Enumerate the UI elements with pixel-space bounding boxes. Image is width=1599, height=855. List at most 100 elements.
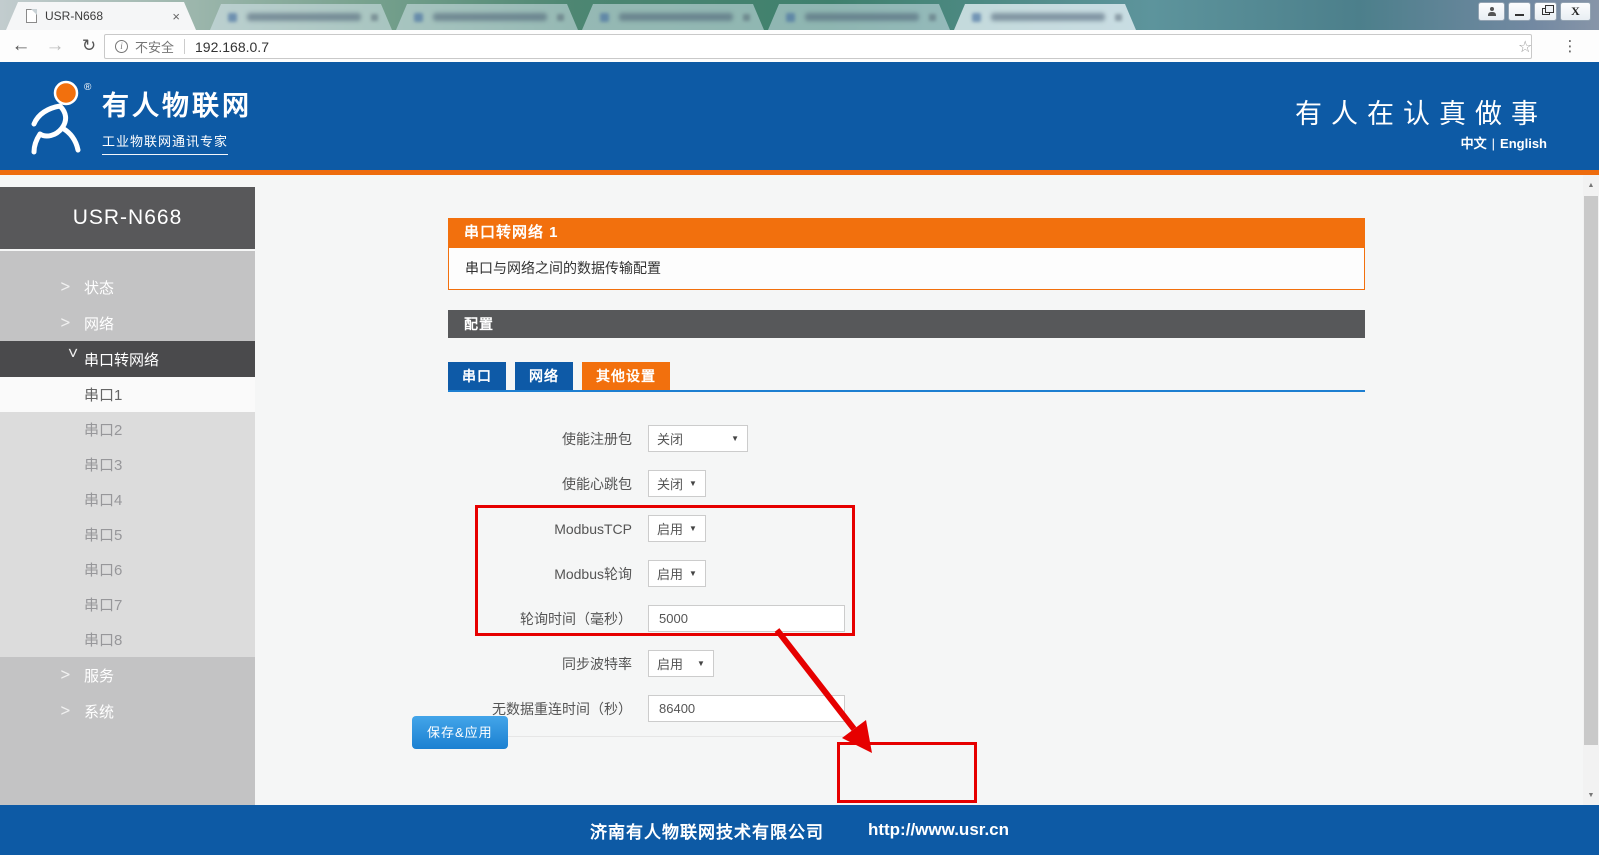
config-section-header: 配置: [448, 310, 1365, 338]
sidebar-item-serial3[interactable]: 串口3: [0, 447, 255, 482]
inactive-tab[interactable]: [582, 4, 764, 30]
tab-network[interactable]: 网络: [515, 362, 573, 390]
chevron-right-icon: >: [60, 278, 84, 296]
sidebar-item-serial2[interactable]: 串口2: [0, 412, 255, 447]
tab-favicon-icon: [786, 13, 795, 22]
active-tab[interactable]: USR-N668 ×: [6, 2, 196, 30]
tab-serial[interactable]: 串口: [448, 362, 506, 390]
chevron-down-icon: ▼: [689, 569, 697, 578]
form-row: 使能心跳包 关闭 ▼: [448, 470, 850, 497]
field-label: 同步波特率: [448, 654, 632, 674]
scrollbar[interactable]: ▲ ▼: [1583, 175, 1599, 805]
browser-menu-icon[interactable]: ⋮: [1555, 30, 1585, 62]
chevron-right-icon: >: [60, 666, 84, 684]
heartbeat-select[interactable]: 关闭 ▼: [648, 470, 706, 497]
tab-close-icon[interactable]: [371, 14, 378, 21]
sidebar-item-serial7[interactable]: 串口7: [0, 587, 255, 622]
form-row: ModbusTCP 启用 ▼: [448, 515, 850, 542]
forward-button[interactable]: →: [42, 30, 68, 62]
reconnect-time-input[interactable]: [648, 695, 845, 722]
usr-logo-icon: ®: [26, 78, 96, 156]
form-row: Modbus轮询 启用 ▼: [448, 560, 850, 587]
chevron-down-icon: ▼: [689, 479, 697, 488]
inactive-tab[interactable]: [396, 4, 578, 30]
sidebar-item-label: 网络: [84, 313, 114, 334]
field-label: 使能心跳包: [448, 474, 632, 494]
inactive-tab[interactable]: [954, 4, 1136, 30]
chevron-down-icon: ▼: [689, 524, 697, 533]
lang-english[interactable]: English: [1500, 136, 1547, 151]
sidebar-item-label: 串口转网络: [84, 349, 159, 370]
field-label: ModbusTCP: [448, 521, 632, 537]
sidebar-item-status[interactable]: > 状态: [0, 269, 255, 305]
lang-chinese[interactable]: 中文: [1461, 136, 1487, 151]
poll-interval-input[interactable]: [648, 605, 845, 632]
footer-website-link[interactable]: http://www.usr.cn: [868, 820, 1009, 840]
sidebar-item-serial5[interactable]: 串口5: [0, 517, 255, 552]
window-controls: X: [1478, 2, 1591, 21]
bookmark-star-icon[interactable]: ☆: [1518, 34, 1532, 59]
tab-close-icon[interactable]: [557, 14, 564, 21]
browser-window: USR-N668 × X ← → ↻ i 不安全 192.168.0.7 ☆ ⋮: [0, 0, 1599, 855]
config-tabs: 串口 网络 其他设置: [448, 362, 670, 390]
refresh-button[interactable]: ↻: [76, 30, 102, 62]
profile-button[interactable]: [1478, 2, 1505, 21]
form-row: 无数据重连时间（秒）: [448, 695, 850, 722]
sidebar-item-label: 服务: [84, 665, 114, 686]
settings-form: 使能注册包 关闭 ▼ 使能心跳包 关闭 ▼ ModbusTCP 启用 ▼: [448, 392, 850, 737]
language-switch: 中文|English: [1461, 133, 1547, 152]
url-text[interactable]: 192.168.0.7: [195, 39, 269, 55]
tab-title: USR-N668: [45, 9, 164, 23]
sidebar-item-network[interactable]: > 网络: [0, 305, 255, 341]
close-window-button[interactable]: X: [1560, 2, 1591, 21]
enable-register-select[interactable]: 关闭 ▼: [648, 425, 748, 452]
sidebar-item-uart2net[interactable]: > 串口转网络: [0, 341, 255, 377]
sync-baudrate-select[interactable]: 启用 ▼: [648, 650, 714, 677]
tab-close-icon[interactable]: [1115, 14, 1122, 21]
sidebar-item-serial6[interactable]: 串口6: [0, 552, 255, 587]
back-button[interactable]: ←: [8, 30, 34, 62]
scrollbar-thumb[interactable]: [1584, 196, 1598, 745]
form-row: 使能注册包 关闭 ▼: [448, 425, 850, 452]
minimize-icon: [1515, 14, 1524, 16]
modbustcp-select[interactable]: 启用 ▼: [648, 515, 706, 542]
sidebar-item-serial4[interactable]: 串口4: [0, 482, 255, 517]
tab-other-settings[interactable]: 其他设置: [582, 362, 670, 390]
security-label: 不安全: [135, 37, 174, 56]
info-icon[interactable]: i: [115, 40, 128, 53]
sidebar-item-label: 状态: [84, 277, 114, 298]
sidebar-item-system[interactable]: > 系统: [0, 693, 255, 729]
close-icon: X: [1571, 4, 1580, 19]
modbus-poll-select[interactable]: 启用 ▼: [648, 560, 706, 587]
tab-favicon-icon: [228, 13, 237, 22]
tab-close-icon[interactable]: ×: [172, 10, 180, 23]
chevron-down-icon: >: [63, 347, 81, 371]
sidebar-item-serial1[interactable]: 串口1: [0, 377, 255, 412]
address-bar[interactable]: i 不安全 192.168.0.7: [104, 34, 1532, 59]
tab-close-icon[interactable]: [929, 14, 936, 21]
tab-close-icon[interactable]: [743, 14, 750, 21]
sidebar-item-serial8[interactable]: 串口8: [0, 622, 255, 657]
header-slogan: 有人在认真做事: [1295, 92, 1547, 131]
save-apply-button[interactable]: 保存&应用: [412, 716, 508, 749]
form-row: 轮询时间（毫秒）: [448, 605, 850, 632]
field-label: 轮询时间（毫秒）: [448, 609, 632, 629]
page-favicon-icon: [26, 9, 37, 23]
chevron-down-icon: ▼: [731, 434, 739, 443]
brand-subtitle: 工业物联网通讯专家: [102, 131, 228, 155]
chevron-right-icon: >: [60, 702, 84, 720]
scroll-down-icon[interactable]: ▼: [1583, 787, 1599, 803]
page-body: USR-N668 > 状态 > 网络 > 串口转网络 串口1 串口2 串口3 串…: [0, 175, 1599, 805]
inactive-tab[interactable]: [210, 4, 392, 30]
maximize-button[interactable]: [1534, 2, 1557, 21]
minimize-button[interactable]: [1508, 2, 1531, 21]
sidebar-item-service[interactable]: > 服务: [0, 657, 255, 693]
chevron-down-icon: ▼: [697, 659, 705, 668]
person-icon: [1488, 8, 1496, 16]
page-title-banner: 串口转网络 1: [448, 218, 1365, 248]
tab-favicon-icon: [414, 13, 423, 22]
tab-favicon-icon: [972, 13, 981, 22]
scroll-up-icon[interactable]: ▲: [1583, 177, 1599, 193]
inactive-tab[interactable]: [768, 4, 950, 30]
maximize-icon: [1542, 8, 1550, 15]
